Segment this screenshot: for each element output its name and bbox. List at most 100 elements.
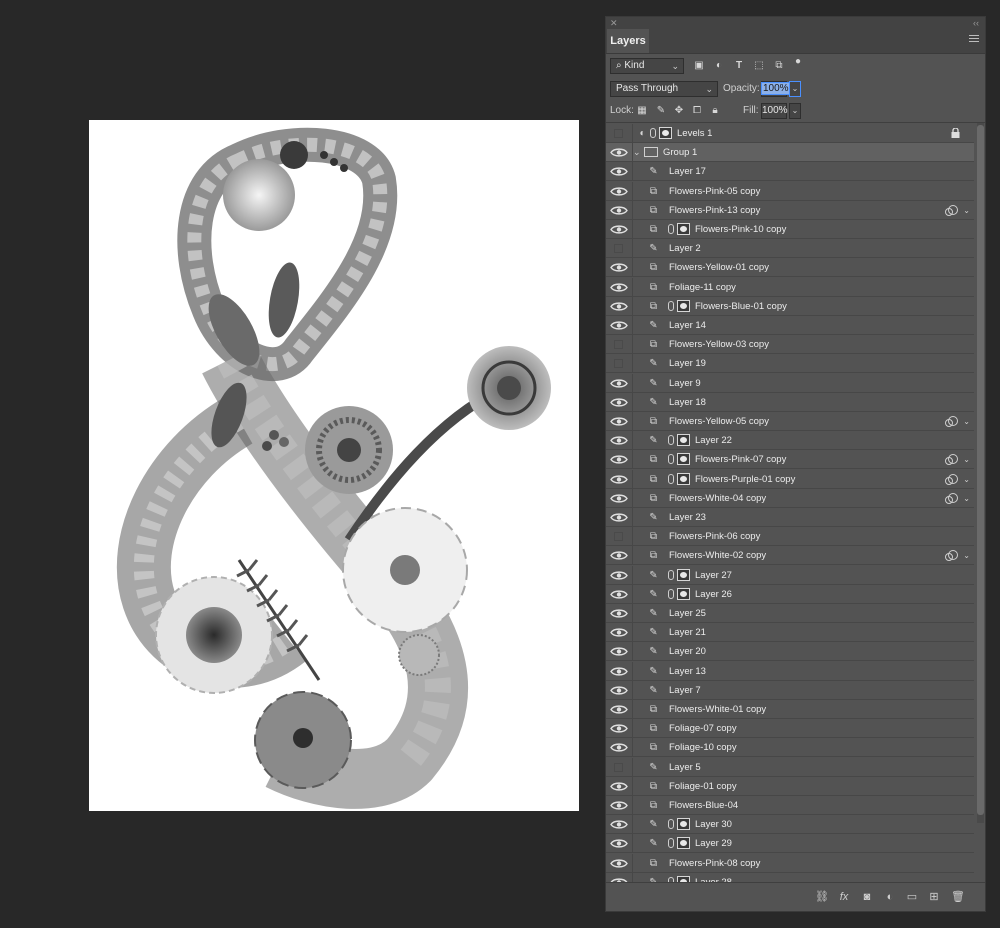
eye-icon[interactable] <box>610 320 628 331</box>
layer-name[interactable]: Layer 9 <box>669 374 701 393</box>
filter-smartobject-icon[interactable]: ⧉ <box>773 60 785 72</box>
layer-name[interactable]: Layer 27 <box>695 566 732 585</box>
filter-toggle-icon[interactable]: ● <box>792 56 804 68</box>
visibility-toggle-off[interactable] <box>614 532 623 542</box>
eye-icon[interactable] <box>610 858 628 869</box>
layer-row[interactable]: ✎ Layer 18 <box>606 392 974 412</box>
layer-row[interactable]: ✎ Layer 7 <box>606 680 974 700</box>
expand-chevron-icon[interactable]: ⌄ <box>963 546 970 565</box>
layer-row[interactable]: ⧉ Flowers-White-02 copy ⌄ <box>606 546 974 566</box>
eye-icon[interactable] <box>610 608 628 619</box>
layer-mask-thumbnail[interactable] <box>677 223 690 235</box>
new-layer-icon[interactable]: ⊞ <box>928 891 940 903</box>
layer-name[interactable]: Layer 2 <box>669 239 701 258</box>
expand-chevron-icon[interactable]: ⌄ <box>963 412 970 431</box>
chain-link-icon[interactable] <box>668 300 674 311</box>
fill-dropdown-button[interactable]: ⌄ <box>789 103 801 119</box>
eye-icon[interactable] <box>610 589 628 600</box>
layer-name[interactable]: Layer 23 <box>669 508 706 527</box>
lock-artboard-icon[interactable]: ⧠ <box>691 105 703 117</box>
chain-link-icon[interactable] <box>668 454 674 465</box>
layer-name[interactable]: Flowers-White-02 copy <box>669 546 766 565</box>
expand-chevron-icon[interactable]: ⌄ <box>963 489 970 508</box>
eye-icon[interactable] <box>610 205 628 216</box>
layer-name[interactable]: Flowers-Pink-05 copy <box>669 182 760 201</box>
layer-row[interactable]: ✎ Layer 23 <box>606 508 974 527</box>
layer-name[interactable]: Flowers-Yellow-05 copy <box>669 412 769 431</box>
eye-icon[interactable] <box>610 378 628 389</box>
close-panel-icon[interactable]: ✕ <box>610 17 618 29</box>
layer-group-row[interactable]: ⌄ Group 1 <box>606 143 974 163</box>
eye-icon[interactable] <box>610 397 628 408</box>
layer-row[interactable]: ⧉ Foliage-10 copy <box>606 738 974 758</box>
eye-icon[interactable] <box>610 627 628 638</box>
layer-row[interactable]: ⧉ Flowers-White-04 copy ⌄ <box>606 488 974 508</box>
adjustment-layer-icon[interactable]: ◐ <box>884 891 896 903</box>
eye-icon[interactable] <box>610 301 628 312</box>
eye-icon[interactable] <box>610 435 628 446</box>
trash-icon[interactable]: 🗑︎ <box>951 891 965 903</box>
visibility-toggle-off[interactable] <box>614 129 623 138</box>
layer-name[interactable]: Layer 5 <box>669 758 701 777</box>
lock-position-icon[interactable]: ✥ <box>673 105 685 117</box>
eye-icon[interactable] <box>610 666 628 677</box>
smart-filter-icon[interactable] <box>945 454 958 466</box>
disclosure-chevron-icon[interactable]: ⌄ <box>633 143 641 162</box>
layer-row[interactable]: ⧉ Flowers-Yellow-03 copy <box>606 335 974 355</box>
eye-icon[interactable] <box>610 800 628 811</box>
layer-row[interactable]: ⧉ Flowers-Yellow-05 copy ⌄ <box>606 412 974 431</box>
layer-name[interactable]: Layer 26 <box>695 585 732 604</box>
eye-icon[interactable] <box>610 282 628 293</box>
layer-name[interactable]: Layer 13 <box>669 662 706 681</box>
layer-row[interactable]: ✎ Layer 21 <box>606 623 974 643</box>
expand-chevron-icon[interactable]: ⌄ <box>963 450 970 469</box>
eye-icon[interactable] <box>610 704 628 715</box>
layer-list-scrollbar[interactable] <box>977 123 984 823</box>
layer-name[interactable]: Flowers-Pink-07 copy <box>695 450 786 469</box>
layer-name[interactable]: Flowers-Purple-01 copy <box>695 470 795 489</box>
layer-name[interactable]: Flowers-White-01 copy <box>669 700 766 719</box>
fx-icon[interactable]: fx <box>838 891 850 903</box>
add-mask-icon[interactable]: ◙ <box>861 891 873 903</box>
layer-mask-thumbnail[interactable] <box>677 434 690 447</box>
layer-row[interactable]: ✎ Layer 26 <box>606 584 974 604</box>
expand-chevron-icon[interactable]: ⌄ <box>963 470 970 489</box>
layer-name[interactable]: Group 1 <box>663 143 697 162</box>
layer-row[interactable]: ✎ Layer 17 <box>606 162 974 182</box>
layer-row[interactable]: ✎ Layer 14 <box>606 316 974 335</box>
filter-adjustment-icon[interactable]: ◐ <box>713 60 725 72</box>
layer-row[interactable]: ⧉ Flowers-Blue-01 copy <box>606 296 974 316</box>
smart-filter-icon[interactable] <box>945 204 958 216</box>
eye-icon[interactable] <box>610 416 628 427</box>
filter-shape-icon[interactable]: ⬚ <box>753 60 765 72</box>
eye-icon[interactable] <box>610 147 628 158</box>
layer-mask-thumbnail[interactable] <box>677 837 690 850</box>
collapse-panel-icon[interactable]: ‹‹ <box>973 17 979 29</box>
layer-row[interactable]: ✎ Layer 30 <box>606 815 974 835</box>
layer-name[interactable]: Layer 20 <box>669 642 706 661</box>
layer-row[interactable]: ✎ Layer 2 <box>606 239 974 259</box>
chain-link-icon[interactable] <box>668 838 674 849</box>
layer-name[interactable]: Levels 1 <box>677 124 712 143</box>
layer-row[interactable]: ⧉ Flowers-Purple-01 copy ⌄ <box>606 469 974 489</box>
link-layers-icon[interactable]: ⛓ <box>815 891 829 903</box>
document-canvas[interactable] <box>89 120 579 811</box>
layer-name[interactable]: Layer 21 <box>669 623 706 642</box>
eye-icon[interactable] <box>610 838 628 849</box>
layer-row[interactable]: ✎ Layer 25 <box>606 604 974 623</box>
eye-icon[interactable] <box>610 474 628 485</box>
eye-icon[interactable] <box>610 224 628 235</box>
layer-row[interactable]: ✎ Layer 20 <box>606 642 974 662</box>
chain-link-icon[interactable] <box>668 224 674 234</box>
layer-row[interactable]: ✎ Layer 29 <box>606 834 974 854</box>
layer-row[interactable]: ⧉ Foliage-07 copy <box>606 719 974 739</box>
fill-field[interactable]: 100% <box>761 103 788 119</box>
layer-name[interactable]: Layer 30 <box>695 815 732 834</box>
filter-type-icon[interactable]: T <box>733 60 745 72</box>
panel-menu-icon[interactable] <box>969 35 979 45</box>
layer-name[interactable]: Flowers-Blue-04 <box>669 796 738 815</box>
layer-name[interactable]: Flowers-White-04 copy <box>669 489 766 508</box>
layer-row[interactable]: ⧉ Flowers-Pink-05 copy <box>606 181 974 201</box>
lock-all-icon[interactable]: 🔒︎ <box>709 105 721 117</box>
eye-icon[interactable] <box>610 186 628 197</box>
